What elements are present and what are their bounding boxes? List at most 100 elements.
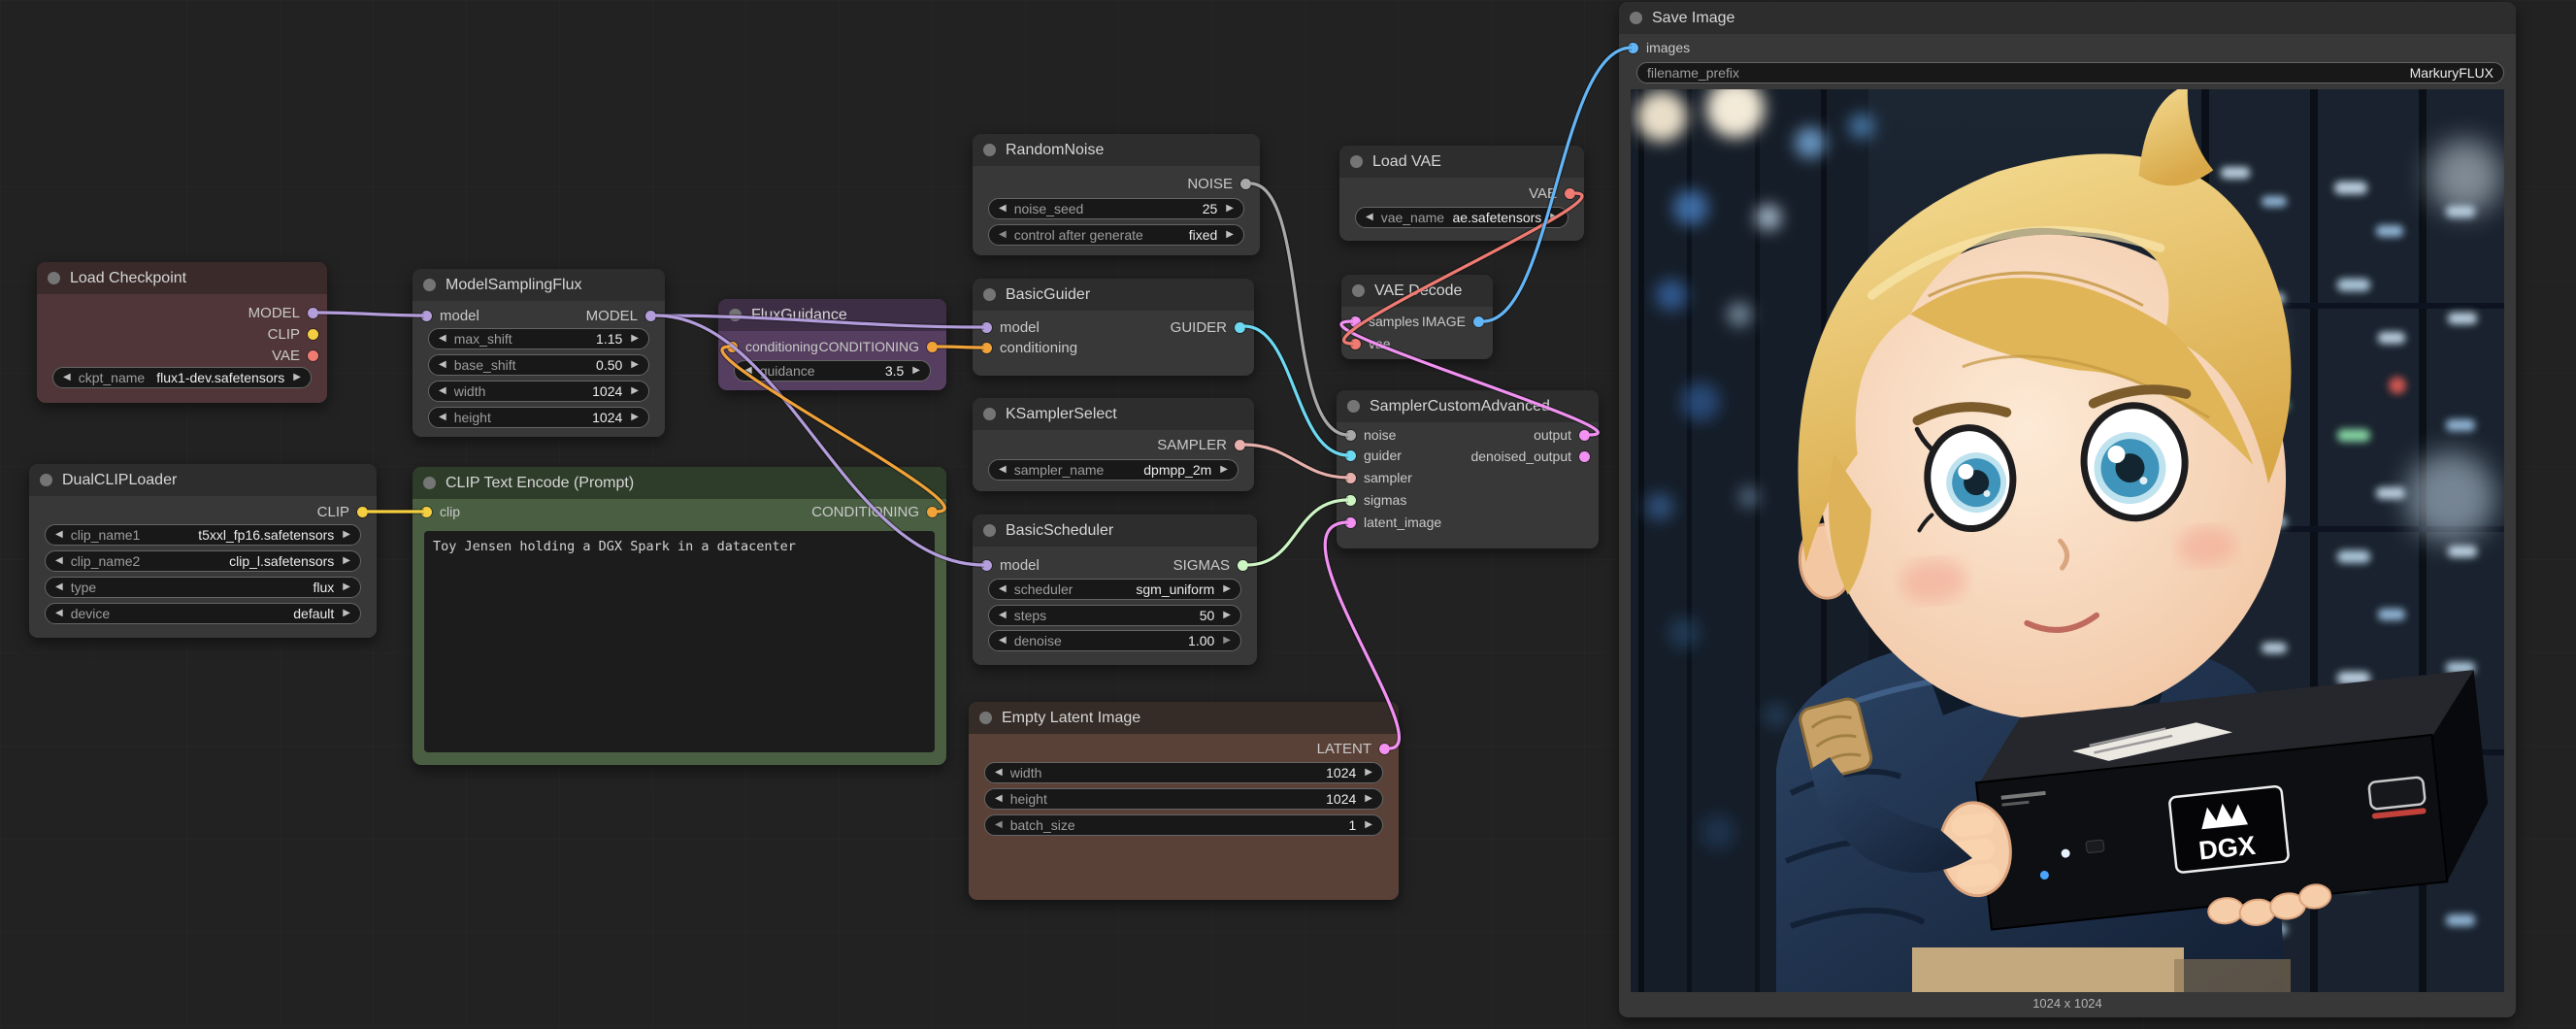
arrow-right-icon[interactable]: ▶ <box>1365 794 1372 804</box>
widget-clip-name1[interactable]: ◀ clip_name1 t5xxl_fp16.safetensors ▶ <box>45 524 361 546</box>
widget-filename-prefix[interactable]: filename_prefix MarkuryFLUX <box>1636 62 2504 83</box>
latent-port-dot[interactable] <box>1345 517 1356 528</box>
model-port-dot[interactable] <box>308 308 318 318</box>
widget-scheduler[interactable]: ◀ scheduler sgm_uniform ▶ <box>988 579 1241 600</box>
widget-guidance[interactable]: ◀ guidance 3.5 ▶ <box>734 360 931 382</box>
node-header[interactable]: Empty Latent Image <box>969 702 1399 734</box>
sampler-port-dot[interactable] <box>1345 473 1356 483</box>
node-header[interactable]: SamplerCustomAdvanced <box>1337 390 1599 422</box>
arrow-left-icon[interactable]: ◀ <box>995 794 1003 804</box>
arrow-right-icon[interactable]: ▶ <box>1550 213 1558 222</box>
node-header[interactable]: ModelSamplingFlux <box>413 269 665 301</box>
collapse-dot[interactable] <box>40 474 52 486</box>
clip-port-dot[interactable] <box>421 507 432 517</box>
conditioning-port-dot[interactable] <box>927 507 938 517</box>
collapse-dot[interactable] <box>423 477 436 489</box>
node-header[interactable]: CLIP Text Encode (Prompt) <box>413 467 946 499</box>
arrow-right-icon[interactable]: ▶ <box>912 366 920 376</box>
arrow-right-icon[interactable]: ▶ <box>631 413 639 422</box>
model-port-dot[interactable] <box>981 560 992 571</box>
widget-height[interactable]: ◀ height 1024 ▶ <box>428 407 649 428</box>
arrow-left-icon[interactable]: ◀ <box>999 204 1007 214</box>
sigmas-port-dot[interactable] <box>1345 495 1356 506</box>
arrow-right-icon[interactable]: ▶ <box>1226 230 1234 240</box>
node-load-vae[interactable]: Load VAE VAE ◀ vae_name ae.safetensors ▶ <box>1339 146 1584 241</box>
collapse-dot[interactable] <box>1352 284 1365 297</box>
widget-control-after-generate[interactable]: ◀ control after generate fixed ▶ <box>988 224 1244 246</box>
node-header[interactable]: Save Image <box>1619 2 2516 34</box>
node-graph-canvas[interactable]: Load Checkpoint MODEL CLIP VAE ◀ ckpt_na… <box>0 0 2576 1029</box>
arrow-left-icon[interactable]: ◀ <box>55 609 63 618</box>
arrow-right-icon[interactable]: ▶ <box>1365 768 1372 778</box>
arrow-right-icon[interactable]: ▶ <box>1226 204 1234 214</box>
node-header[interactable]: KSamplerSelect <box>973 398 1254 430</box>
widget-clip-name2[interactable]: ◀ clip_name2 clip_l.safetensors ▶ <box>45 550 361 572</box>
guider-port-dot[interactable] <box>1345 450 1356 461</box>
model-port-dot[interactable] <box>421 311 432 321</box>
arrow-left-icon[interactable]: ◀ <box>55 530 63 540</box>
collapse-dot[interactable] <box>729 309 742 321</box>
arrow-left-icon[interactable]: ◀ <box>999 611 1007 620</box>
collapse-dot[interactable] <box>983 288 996 301</box>
clip-port-dot[interactable] <box>308 329 318 340</box>
node-header[interactable]: VAE Decode <box>1341 275 1493 307</box>
arrow-right-icon[interactable]: ▶ <box>631 360 639 370</box>
arrow-left-icon[interactable]: ◀ <box>439 386 446 396</box>
generated-image-preview[interactable]: DGX <box>1631 89 2504 992</box>
arrow-left-icon[interactable]: ◀ <box>999 636 1007 646</box>
arrow-left-icon[interactable]: ◀ <box>744 366 752 376</box>
widget-type[interactable]: ◀ type flux ▶ <box>45 577 361 598</box>
arrow-right-icon[interactable]: ▶ <box>1223 611 1231 620</box>
sigmas-port-dot[interactable] <box>1238 560 1248 571</box>
widget-denoise[interactable]: ◀ denoise 1.00 ▶ <box>988 630 1241 651</box>
node-basic-guider[interactable]: BasicGuider model conditioning GUIDER <box>973 279 1254 376</box>
arrow-left-icon[interactable]: ◀ <box>439 413 446 422</box>
node-header[interactable]: FluxGuidance <box>718 299 946 331</box>
conditioning-port-dot[interactable] <box>981 343 992 353</box>
arrow-right-icon[interactable]: ▶ <box>1220 465 1228 475</box>
latent-port-dot[interactable] <box>1579 451 1590 462</box>
node-header[interactable]: Load Checkpoint <box>37 262 327 294</box>
node-basic-scheduler[interactable]: BasicScheduler model SIGMAS ◀ scheduler … <box>973 514 1257 665</box>
noise-port-dot[interactable] <box>1240 179 1251 189</box>
node-ksampler-select[interactable]: KSamplerSelect SAMPLER ◀ sampler_name dp… <box>973 398 1254 491</box>
widget-ckpt-name[interactable]: ◀ ckpt_name flux1-dev.safetensors ▶ <box>52 367 312 388</box>
node-flux-guidance[interactable]: FluxGuidance conditioning CONDITIONING ◀… <box>718 299 946 390</box>
noise-port-dot[interactable] <box>1345 430 1356 441</box>
arrow-left-icon[interactable]: ◀ <box>995 768 1003 778</box>
sampler-port-dot[interactable] <box>1235 440 1245 450</box>
node-model-sampling-flux[interactable]: ModelSamplingFlux model MODEL ◀ max_shif… <box>413 269 665 437</box>
node-header[interactable]: RandomNoise <box>973 134 1260 166</box>
arrow-left-icon[interactable]: ◀ <box>999 584 1007 594</box>
prompt-textarea[interactable]: Toy Jensen holding a DGX Spark in a data… <box>424 531 935 752</box>
latent-port-dot[interactable] <box>1579 430 1590 441</box>
latent-port-dot[interactable] <box>1350 316 1361 327</box>
widget-vae-name[interactable]: ◀ vae_name ae.safetensors ▶ <box>1355 207 1569 228</box>
widget-steps[interactable]: ◀ steps 50 ▶ <box>988 605 1241 626</box>
arrow-right-icon[interactable]: ▶ <box>343 582 350 592</box>
node-header[interactable]: BasicGuider <box>973 279 1254 311</box>
widget-base-shift[interactable]: ◀ base_shift 0.50 ▶ <box>428 354 649 376</box>
arrow-right-icon[interactable]: ▶ <box>1223 584 1231 594</box>
arrow-left-icon[interactable]: ◀ <box>995 820 1003 830</box>
conditioning-port-dot[interactable] <box>727 342 738 352</box>
node-sampler-custom-advanced[interactable]: SamplerCustomAdvanced noise guider sampl… <box>1337 390 1599 548</box>
widget-sampler-name[interactable]: ◀ sampler_name dpmpp_2m ▶ <box>988 459 1238 481</box>
arrow-left-icon[interactable]: ◀ <box>439 334 446 344</box>
arrow-left-icon[interactable]: ◀ <box>63 373 71 382</box>
collapse-dot[interactable] <box>1350 155 1363 168</box>
arrow-left-icon[interactable]: ◀ <box>1366 213 1373 222</box>
widget-width[interactable]: ◀ width 1024 ▶ <box>984 762 1383 783</box>
clip-port-dot[interactable] <box>357 507 368 517</box>
vae-port-dot[interactable] <box>308 350 318 361</box>
node-header[interactable]: BasicScheduler <box>973 514 1257 547</box>
arrow-right-icon[interactable]: ▶ <box>1223 636 1231 646</box>
collapse-dot[interactable] <box>983 524 996 537</box>
widget-width[interactable]: ◀ width 1024 ▶ <box>428 381 649 402</box>
latent-port-dot[interactable] <box>1379 744 1390 754</box>
collapse-dot[interactable] <box>423 279 436 291</box>
node-header[interactable]: Load VAE <box>1339 146 1584 178</box>
arrow-right-icon[interactable]: ▶ <box>631 386 639 396</box>
arrow-right-icon[interactable]: ▶ <box>343 556 350 566</box>
node-random-noise[interactable]: RandomNoise NOISE ◀ noise_seed 25 ▶ ◀ co… <box>973 134 1260 255</box>
